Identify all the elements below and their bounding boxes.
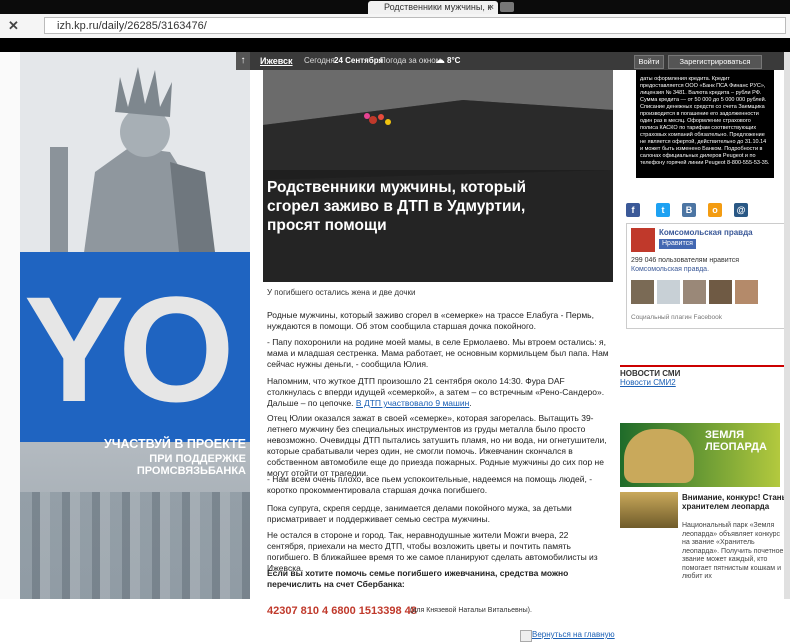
account-bar: Войти Зарегистрироваться	[620, 52, 790, 70]
paragraph-6: Пока супруга, скрепя сердце, занимается …	[267, 503, 572, 524]
temperature: 8°C	[447, 56, 461, 65]
home-arrow-icon[interactable]	[520, 630, 532, 642]
ad-subline: ПРИ ПОДДЕРЖКЕ ПРОМСВЯЗЬБАНКА	[136, 453, 246, 477]
vk-icon[interactable]: B	[682, 203, 696, 217]
leopard-image	[624, 429, 694, 483]
left-advertisement[interactable]: YO УЧАСТВУЙ В ПРОЕКТЕ ПРИ ПОДДЕРЖКЕ ПРОМ…	[20, 52, 250, 599]
leopard-banner[interactable]: ЗЕМЛЯ ЛЕОПАРДА	[620, 423, 780, 487]
odnoklassniki-icon[interactable]: o	[708, 203, 722, 217]
facebook-icon[interactable]: f	[626, 203, 640, 217]
browser-chrome: Родственники мужчины, к × ✕ izh.kp.ru/da…	[0, 0, 790, 52]
paragraph-4: Отец Юлии оказался зажат в своей «семерк…	[267, 413, 607, 478]
dtp-9-cars-link[interactable]: В ДТП участвовало 9 машин	[356, 398, 469, 408]
paragraph-2: - Папу похоронили на родине моей мамы, в…	[267, 337, 609, 369]
fb-plugin-label: Социальный плагин Facebook	[631, 314, 723, 321]
account-note: (для Князевой Натальи Витальевны).	[410, 607, 532, 614]
weather-cloud-icon: ☁	[435, 55, 445, 66]
top-navigation: ↑ Ижевск Сегодня 24 Сентября Погода за о…	[236, 52, 620, 70]
paragraph-1: Родные мужчины, который заживо сгорел в …	[267, 310, 594, 331]
page-top-band	[0, 38, 790, 52]
leopard-title-2: ЛЕОПАРДА	[705, 441, 767, 453]
register-button[interactable]: Зарегистрироваться	[668, 55, 762, 69]
leopard-title: ЗЕМЛЯ ЛЕОПАРДА	[705, 429, 767, 453]
page-scrollbar[interactable]	[784, 52, 790, 599]
fb-like-button[interactable]: Нравится	[659, 239, 696, 249]
tab-title: Родственники мужчины, к	[384, 2, 492, 12]
leopard-title-1: ЗЕМЛЯ	[705, 429, 745, 441]
article-column: ↑ Ижевск Сегодня 24 Сентября Погода за о…	[236, 52, 620, 642]
news-link[interactable]: Новости СМИ2	[620, 378, 676, 387]
avatar[interactable]	[657, 280, 680, 304]
tab-bar: Родственники мужчины, к ×	[0, 0, 790, 14]
kp-logo-icon	[631, 228, 655, 252]
tab-close-icon[interactable]: ×	[489, 1, 494, 14]
twitter-icon[interactable]: t	[656, 203, 670, 217]
peugeot-credit-ad[interactable]: даты оформления кредита. Кредит предоста…	[636, 70, 774, 178]
city-skyline-image	[20, 492, 250, 599]
fb-page-name[interactable]: Комсомольская правда	[659, 228, 753, 237]
news-header: НОВОСТИ СМИ	[620, 365, 790, 379]
avatar[interactable]	[735, 280, 758, 304]
fb-page-link[interactable]: Комсомольская правда.	[631, 266, 709, 273]
back-to-home-link[interactable]: Вернуться на главную	[532, 630, 615, 639]
fb-like-count: 299 046 пользователям нравится	[631, 257, 740, 264]
hero-photo	[263, 70, 613, 282]
mail-icon[interactable]: @	[734, 203, 748, 217]
right-column: Войти Зарегистрироваться даты оформления…	[620, 52, 790, 599]
bank-account-number: 42307 810 4 6800 1513398 48	[267, 605, 417, 617]
url-text: izh.kp.ru/daily/26285/3163476/	[57, 20, 207, 32]
new-tab-button[interactable]	[500, 2, 514, 12]
paragraph-5: - Нам всем очень плохо, все пьем успокои…	[267, 474, 593, 495]
ad-headline: УЧАСТВУЙ В ПРОЕКТЕ	[103, 437, 246, 451]
login-button[interactable]: Войти	[634, 55, 664, 69]
date-prefix: Сегодня	[304, 56, 335, 65]
article-title: Родственники мужчины, который сгорел заж…	[267, 179, 526, 234]
date-value: 24 Сентября	[334, 56, 384, 65]
avatar[interactable]	[683, 280, 706, 304]
ad-yo-letters: YO	[24, 265, 235, 433]
address-bar: ✕ izh.kp.ru/daily/26285/3163476/	[0, 14, 790, 39]
weather-label: Погода за окном	[380, 56, 442, 65]
leopard-description: Национальный парк «Земля леопарда» объяв…	[682, 522, 784, 580]
browser-tab[interactable]: Родственники мужчины, к ×	[368, 1, 498, 14]
avatar[interactable]	[709, 280, 732, 304]
statue-of-liberty-image	[20, 52, 250, 282]
image-caption: У погибшего остались жена и две дочки	[267, 288, 416, 297]
leopard-thumbnail[interactable]	[620, 492, 678, 528]
facebook-widget: Комсомольская правда Нравится 299 046 по…	[626, 223, 788, 329]
article-hero-image: Родственники мужчины, который сгорел заж…	[263, 70, 613, 282]
leopard-headline[interactable]: Внимание, конкурс! Стань хранителем леоп…	[682, 493, 787, 511]
paragraph-8: Если вы хотите помочь семье погибшего иж…	[267, 568, 569, 589]
avatar[interactable]	[631, 280, 654, 304]
scroll-up-icon[interactable]: ↑	[236, 52, 250, 70]
stop-reload-icon[interactable]: ✕	[8, 18, 19, 34]
paragraph-3: Напомним, что жуткое ДТП произошло 21 се…	[267, 376, 605, 408]
url-input[interactable]: izh.kp.ru/daily/26285/3163476/	[44, 17, 786, 34]
city-selector[interactable]: Ижевск	[260, 52, 293, 70]
